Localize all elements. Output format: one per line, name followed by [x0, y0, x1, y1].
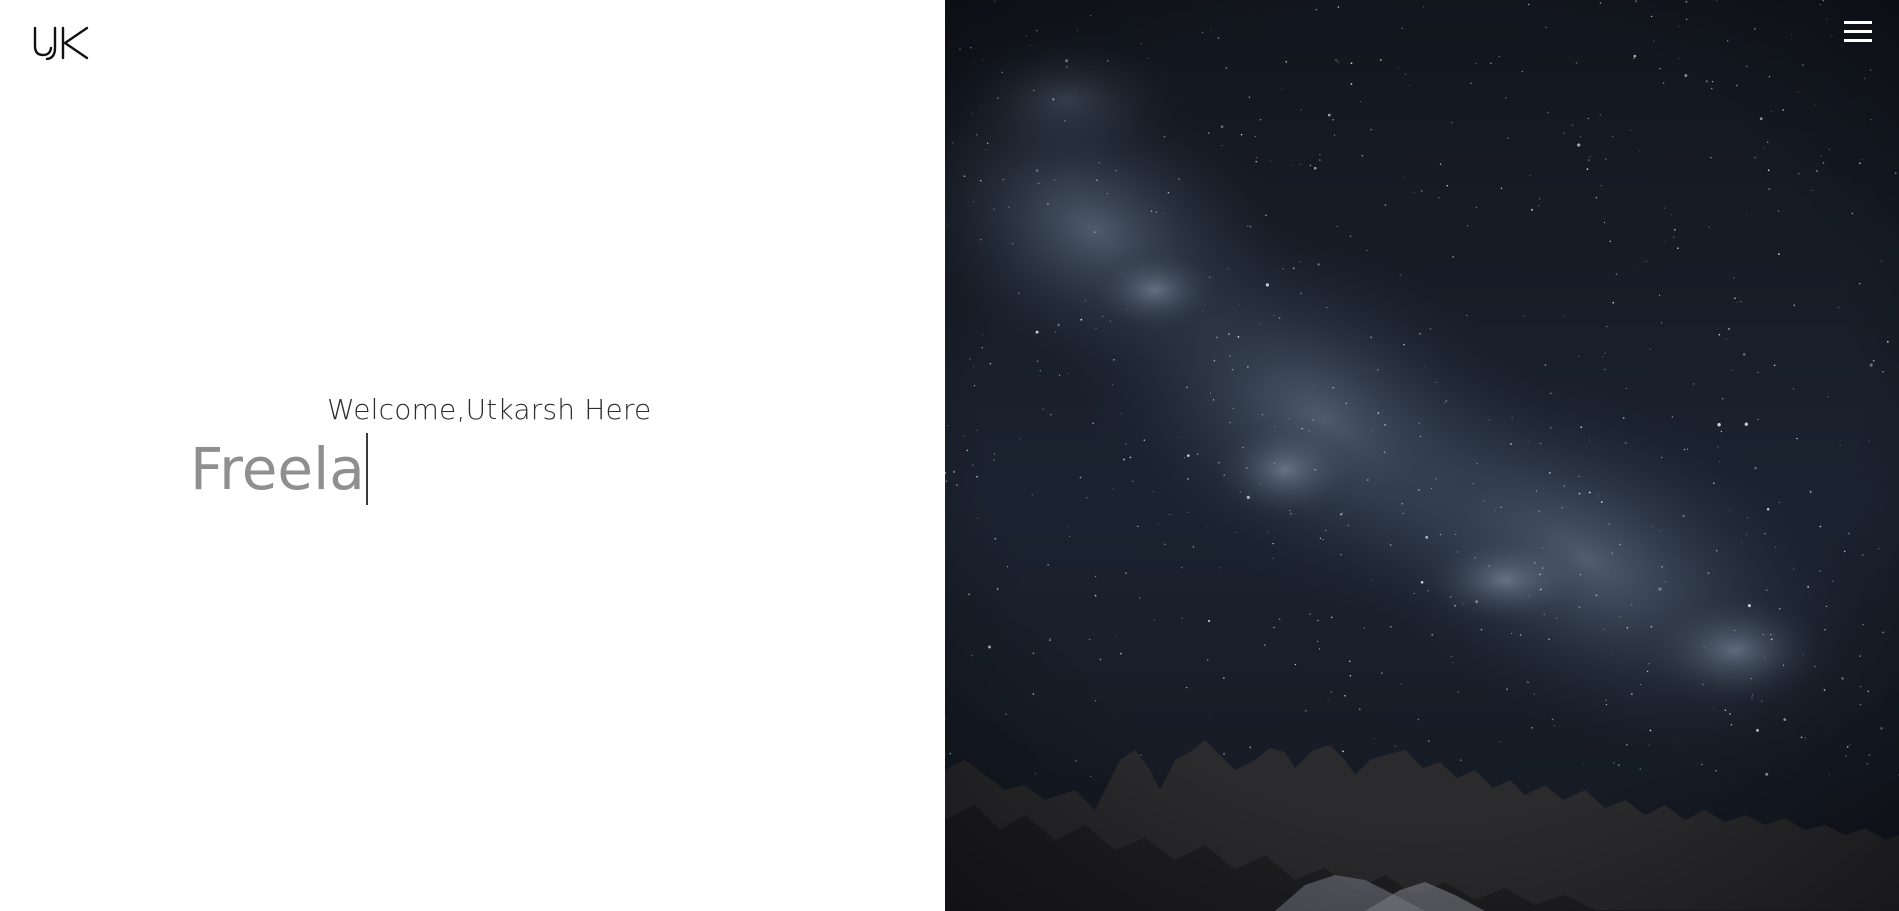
starry-sky-mountains-image: [945, 0, 1899, 911]
hamburger-menu-button[interactable]: [1841, 16, 1875, 46]
typewriter-line: Freela: [190, 432, 368, 506]
typing-caret: [365, 433, 368, 505]
night-sky-image-panel: [945, 0, 1899, 911]
typed-role-text: Freela: [190, 435, 365, 503]
image-vignette: [945, 0, 1899, 911]
hamburger-menu-icon-bar-bottom: [1844, 38, 1872, 42]
hamburger-menu-icon-bar-middle: [1844, 29, 1872, 33]
site-logo[interactable]: [32, 24, 90, 61]
hero-left-panel: Welcome,Utkarsh Here Freela: [0, 0, 945, 911]
page: Welcome,Utkarsh Here Freela: [0, 0, 1899, 911]
welcome-greeting: Welcome,Utkarsh Here: [327, 393, 652, 426]
hamburger-menu-icon-bar-top: [1844, 20, 1872, 24]
uk-logo-icon: [33, 26, 89, 61]
